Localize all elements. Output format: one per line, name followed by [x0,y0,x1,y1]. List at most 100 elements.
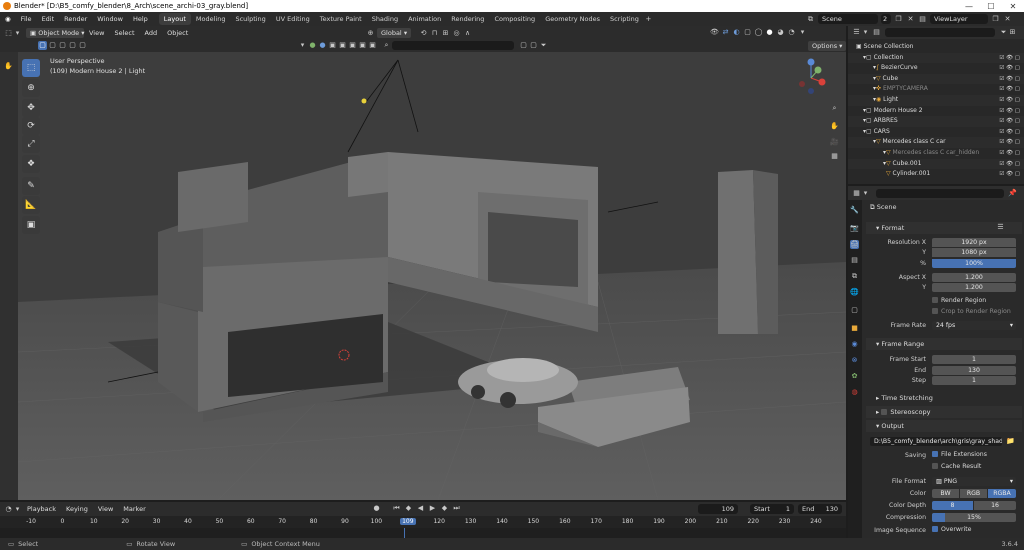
maximize-icon[interactable]: ☐ [980,0,1002,12]
xray-icon[interactable]: ▢ [743,28,752,37]
aspect-x-field[interactable]: 1.200 [932,273,1016,282]
outliner-row[interactable]: ▾ ▢ Modern House 2 ☑ 👁 ▢ [848,106,1024,117]
menu-window[interactable]: Window [92,15,128,23]
tab-sculpting[interactable]: Sculpting [230,13,270,25]
visibility-toggles-icon[interactable]: ☑ 👁 ▢ [999,74,1020,85]
expand-arrow-icon[interactable]: ▾ [848,106,866,117]
duplicate-layer-icon[interactable]: ❐ [991,15,1000,24]
menu-file[interactable]: File [16,15,37,23]
editor-type-icon[interactable]: ⬚ [4,29,13,38]
jump-start-icon[interactable]: ⏮ [392,504,401,513]
chevron-down-icon[interactable]: ▾ [861,28,870,37]
chevron-down-icon[interactable]: ▾ [13,505,22,514]
visibility-toggles-icon[interactable]: ☑ 👁 ▢ [999,127,1020,138]
scene-users-count[interactable]: 2 [881,14,891,24]
add-workspace-icon[interactable]: + [644,15,653,24]
expand-arrow-icon[interactable]: ▾ [848,63,876,74]
next-keyframe-icon[interactable]: ◆ [440,504,449,513]
menu-render[interactable]: Render [59,15,92,23]
tab-layout[interactable]: Layout [158,13,191,25]
shading-solid-icon[interactable]: ● [765,28,774,37]
hand-icon[interactable]: ✋ [4,62,13,71]
play-reverse-icon[interactable]: ◀ [416,504,425,513]
tab-geometry-nodes[interactable]: Geometry Nodes [540,13,605,25]
select-box-tool-icon[interactable]: ⬚ [22,59,40,77]
expand-arrow-icon[interactable]: ▾ [848,127,866,138]
viewport-search-input[interactable] [392,41,514,50]
select-subtract-icon[interactable]: ▢ [58,41,67,50]
outliner-row[interactable]: ▾ ∫ BezierCurve ☑ 👁 ▢ [848,63,1024,74]
filter-mesh-icon[interactable]: ● [318,41,327,50]
menu-view[interactable]: View [84,29,109,37]
menu-select[interactable]: Select [109,29,139,37]
shading-material-icon[interactable]: ◕ [776,28,785,37]
transform-tool-icon[interactable]: ❖ [22,155,40,173]
view-layer-tab-icon[interactable]: ▤ [850,256,859,265]
crop-region-checkbox[interactable]: Crop to Render Region [932,308,1011,315]
filter-icon[interactable]: ▢ [519,41,528,50]
filter-light-icon[interactable]: ▣ [338,41,347,50]
shading-rendered-icon[interactable]: ◔ [787,28,796,37]
filter-camera-icon[interactable]: ▣ [328,41,337,50]
perspective-toggle-icon[interactable]: ▦ [830,152,839,161]
output-section-header[interactable]: ▾ Output [866,420,1022,432]
expand-arrow-icon[interactable]: ▾ [848,84,876,95]
visibility-toggles-icon[interactable]: ☑ 👁 ▢ [999,159,1020,170]
outliner-row[interactable]: ▽ Cylinder.001 ☑ 👁 ▢ [848,169,1024,180]
outliner-row[interactable]: ▾ ▢ Collection ☑ 👁 ▢ [848,52,1024,64]
tab-texture-paint[interactable]: Texture Paint [315,13,367,25]
depth-16-option[interactable]: 16 [974,501,1016,510]
select-invert-icon[interactable]: ▢ [68,41,77,50]
frame-start-field[interactable]: 1 [932,355,1016,364]
overlays-icon[interactable]: ◐ [732,28,741,37]
close-icon[interactable]: ✕ [1002,0,1024,12]
pivot-icon[interactable]: ⟲ [419,29,428,38]
tab-animation[interactable]: Animation [403,13,446,25]
outliner-row[interactable]: ▣ Scene Collection [848,42,1024,53]
render-tab-icon[interactable]: 📷 [850,224,859,233]
navigation-gizmo[interactable] [796,58,826,94]
timeline-track-area[interactable] [0,528,846,538]
world-tab-icon[interactable]: 🌐 [850,288,859,297]
chevron-down-icon[interactable]: ▾ [298,41,307,50]
tab-uv-editing[interactable]: UV Editing [271,13,315,25]
select-intersect-icon[interactable]: ▢ [78,41,87,50]
outliner-row[interactable]: ▾ ▽ Mercedes class C car ☑ 👁 ▢ [848,137,1024,148]
timeline-ruler[interactable]: -10 0 10 20 30 40 50 60 70 80 90 100 109 120 130 140 150… [0,516,846,528]
menu-marker[interactable]: Marker [118,505,150,513]
compression-slider[interactable]: 15% [932,513,1016,522]
mode-dropdown[interactable]: ▣ Object Mode ▾ [26,28,85,38]
visibility-toggles-icon[interactable]: ☑ 👁 ▢ [999,116,1020,127]
menu-view-timeline[interactable]: View [93,505,118,513]
time-stretching-section[interactable]: ▸ Time Stretching [866,392,1022,404]
outliner-search-input[interactable] [885,28,995,37]
material-tab-icon[interactable]: ◍ [850,388,859,397]
output-path-field[interactable]: D:\B5_comfy_blender\arch\gris\gray_shado… [870,437,1002,446]
tab-modeling[interactable]: Modeling [191,13,231,25]
snap-icon[interactable]: ⊓ [430,29,439,38]
filter-empty-icon[interactable]: ▣ [348,41,357,50]
duplicate-scene-icon[interactable]: ❐ [894,15,903,24]
outliner-row[interactable]: ▾ ▽ Cube ☑ 👁 ▢ [848,73,1024,85]
menu-help[interactable]: Help [128,15,153,23]
frame-rate-dropdown[interactable]: 24 fps ▾ [932,321,1016,330]
outliner-row[interactable]: ▾ ▽ Cube.001 ☑ 👁 ▢ [848,158,1024,170]
file-extensions-checkbox[interactable]: File Extensions [932,451,987,458]
zoom-icon[interactable]: ⌕ [830,104,839,113]
visibility-toggles-icon[interactable]: ☑ 👁 ▢ [999,106,1020,117]
display-mode-icon[interactable]: ▤ [872,28,881,37]
timeline-editor-icon[interactable]: ◔ [4,505,13,514]
visibility-icon[interactable]: 👁 [710,28,719,37]
frame-end-field[interactable]: 130 [932,366,1016,375]
properties-search-input[interactable] [876,188,1004,198]
prev-keyframe-icon[interactable]: ◆ [404,504,413,513]
resolution-y-field[interactable]: 1080 px [932,248,1016,257]
current-frame-field[interactable]: 109 [698,504,738,514]
aspect-y-field[interactable]: 1.200 [932,283,1016,292]
expand-arrow-icon[interactable]: ▾ [848,53,866,64]
annotate-tool-icon[interactable]: ✎ [22,177,40,195]
folder-icon[interactable]: 📁 [1006,437,1015,446]
rotate-tool-icon[interactable]: ⟳ [22,117,40,135]
visibility-toggles-icon[interactable]: ☑ 👁 ▢ [999,148,1020,159]
shading-wireframe-icon[interactable]: ◯ [754,28,763,37]
